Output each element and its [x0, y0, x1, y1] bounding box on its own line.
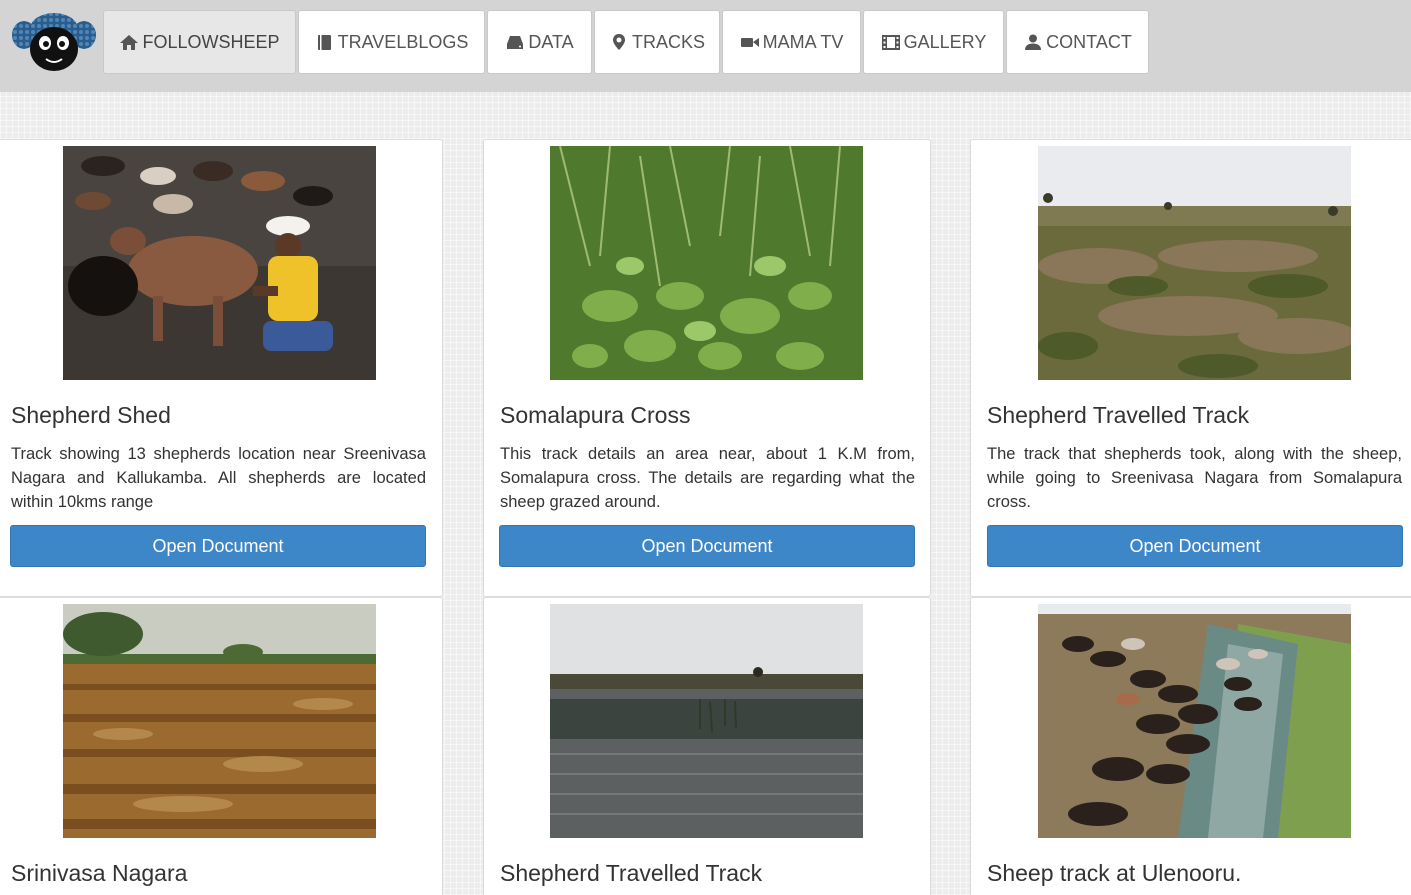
- nav-label: FOLLOWSHEEP: [142, 31, 280, 52]
- card-title: Shepherd Travelled Track: [500, 860, 763, 886]
- nav-travelblogs[interactable]: TRAVELBLOGS: [298, 10, 485, 74]
- nav-label: MAMA TV: [762, 31, 844, 52]
- nav-label: GALLERY: [903, 31, 987, 52]
- sheep-logo[interactable]: [12, 11, 96, 73]
- nav-data[interactable]: DATA: [487, 10, 592, 74]
- nav-label: CONTACT: [1046, 31, 1132, 52]
- video-camera-icon: [740, 33, 760, 51]
- nav-followsheep[interactable]: FOLLOWSHEEP: [103, 10, 296, 74]
- track-card: Shepherd Travelled Track The track that …: [970, 139, 1411, 597]
- card-title: Shepherd Travelled Track: [987, 402, 1250, 428]
- dry-field-landscape-photo[interactable]: [1038, 146, 1351, 380]
- open-document-button[interactable]: Open Document: [987, 525, 1403, 567]
- track-card: Somalapura Cross This track details an a…: [483, 139, 931, 597]
- home-icon: [119, 33, 139, 51]
- card-title: Shepherd Shed: [11, 402, 171, 428]
- water-pond-photo[interactable]: [550, 604, 863, 838]
- nav-gallery[interactable]: GALLERY: [863, 10, 1004, 74]
- card-title: Somalapura Cross: [500, 402, 691, 428]
- user-icon: [1023, 33, 1043, 51]
- grass-weeds-closeup-photo[interactable]: [550, 146, 863, 380]
- open-document-button[interactable]: Open Document: [10, 525, 426, 567]
- card-description: This track details an area near, about 1…: [500, 445, 915, 511]
- nav-tracks[interactable]: TRACKS: [594, 10, 720, 74]
- open-document-button[interactable]: Open Document: [499, 525, 915, 567]
- track-card: Srinivasa Nagara: [0, 597, 443, 895]
- card-title: Sheep track at Ulenooru.: [987, 860, 1242, 886]
- ploughed-field-photo[interactable]: [63, 604, 376, 838]
- card-title: Srinivasa Nagara: [11, 860, 188, 886]
- nav-label: TRACKS: [631, 31, 705, 52]
- book-icon: [315, 33, 335, 51]
- nav-mama-tv[interactable]: MAMA TV: [722, 10, 861, 74]
- shepherd-milking-goat-photo[interactable]: [63, 146, 376, 380]
- track-card: Shepherd Shed Track showing 13 shepherds…: [0, 139, 443, 597]
- film-icon: [881, 33, 901, 51]
- card-description: Track showing 13 shepherds location near…: [11, 445, 426, 511]
- nav-label: TRAVELBLOGS: [337, 31, 469, 52]
- card-description: The track that shepherds took, along wit…: [987, 445, 1402, 511]
- nav-contact[interactable]: CONTACT: [1006, 10, 1149, 74]
- sheep-drinking-at-stream-photo[interactable]: [1038, 604, 1351, 838]
- track-card: Sheep track at Ulenooru.: [970, 597, 1411, 895]
- navbar: FOLLOWSHEEP TRAVELBLOGS DATA TRACKS MAMA…: [0, 0, 1411, 92]
- hdd-icon: [505, 33, 525, 51]
- track-card: Shepherd Travelled Track: [483, 597, 931, 895]
- map-marker-icon: [609, 33, 629, 51]
- nav-label: DATA: [528, 31, 574, 52]
